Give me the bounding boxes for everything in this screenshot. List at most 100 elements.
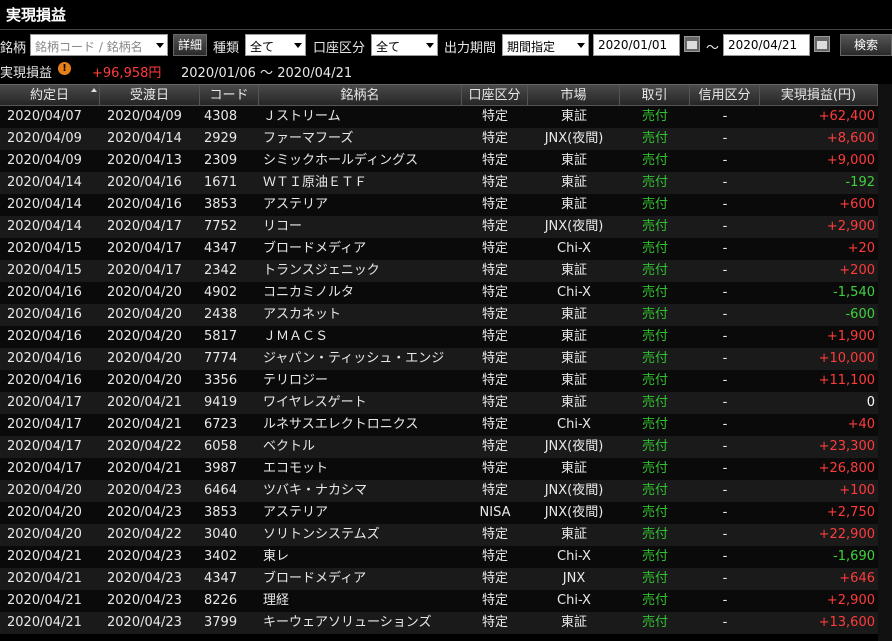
table-row[interactable]: 2020/04/21 2020/04/23 4347 ブロードメディア 特定 JNX 売付 -…	[0, 568, 892, 590]
calendar-icon[interactable]	[684, 36, 700, 52]
table-row[interactable]: 2020/04/14 2020/04/17 7752 リコー 特定 JNX(夜間) 売付 - +…	[0, 216, 892, 238]
table-row[interactable]: 2020/04/15 2020/04/17 4347 ブロードメディア 特定 Chi-X 売…	[0, 238, 892, 260]
cell-delivery-date: 2020/04/21	[107, 395, 182, 410]
col-header-code[interactable]: コード	[200, 85, 259, 106]
cell-delivery-date: 2020/04/21	[107, 461, 182, 476]
table-row[interactable]: 2020/04/20 2020/04/22 3040 ソリトンシステムズ 特定 東証 売付 -…	[0, 524, 892, 546]
summary-label: 実現損益	[0, 66, 53, 81]
type-select[interactable]: 全て	[245, 34, 306, 56]
cell-account: 特定	[481, 197, 508, 212]
col-header-market[interactable]: 市場	[528, 85, 620, 106]
cell-credit: -	[722, 593, 728, 608]
cell-name: エコモット	[263, 461, 329, 476]
cell-realized-pl: -1,540	[833, 285, 875, 300]
cell-account: 特定	[481, 593, 508, 608]
warning-icon[interactable]: !	[58, 62, 71, 75]
cell-trade: 売付	[641, 439, 668, 454]
cell-trade-date: 2020/04/16	[7, 307, 82, 322]
cell-name: アステリア	[263, 197, 329, 212]
cell-trade-date: 2020/04/07	[7, 109, 82, 124]
cell-name: ＷＴＩ原油ＥＴＦ	[263, 175, 368, 190]
table-row[interactable]: 2020/04/14 2020/04/16 3853 アステリア 特定 東証 売付 - +600	[0, 194, 892, 216]
cell-code: 2929	[204, 131, 238, 146]
cell-market: JNX(夜間)	[544, 131, 604, 146]
cell-realized-pl: +23,300	[818, 439, 875, 454]
table-row[interactable]: 2020/04/16 2020/04/20 3356 テリロジー 特定 東証 売付 - +11,…	[0, 370, 892, 392]
cell-market: 東証	[560, 329, 587, 344]
cell-delivery-date: 2020/04/20	[107, 307, 182, 322]
table-row[interactable]: 2020/04/16 2020/04/20 5817 ＪＭＡＣＳ 特定 東証 売付 - +1,9…	[0, 326, 892, 348]
col-header-realized-pl[interactable]: 実現損益(円)	[760, 85, 878, 106]
cell-account: 特定	[481, 175, 508, 190]
cell-name: ワイヤレスゲート	[263, 395, 367, 410]
cell-name: ブロードメディア	[263, 241, 367, 256]
chevron-down-icon	[156, 43, 164, 48]
cell-market: 東証	[560, 153, 587, 168]
table-row[interactable]: 2020/04/07 2020/04/09 4308 Ｊストリーム 特定 東証 売付 - +62…	[0, 106, 892, 128]
col-header-trade-date[interactable]: 約定日	[0, 85, 100, 106]
cell-market: 東証	[560, 307, 587, 322]
summary-bar: 実現損益 ! +96,958円 2020/01/06 ～ 2020/04/21	[0, 60, 892, 81]
cell-account: NISA	[479, 505, 511, 520]
cell-market: 東証	[560, 527, 587, 542]
cell-delivery-date: 2020/04/20	[107, 285, 182, 300]
cell-trade: 売付	[641, 417, 668, 432]
cell-account: 特定	[481, 571, 508, 586]
period-select[interactable]: 期間指定	[502, 34, 589, 56]
table-row[interactable]: 2020/04/17 2020/04/22 6058 ベクトル 特定 JNX(夜間) 売付 -…	[0, 436, 892, 458]
cell-delivery-date: 2020/04/17	[107, 219, 182, 234]
calendar-icon[interactable]	[814, 36, 830, 52]
cell-trade-date: 2020/04/21	[7, 549, 82, 564]
account-select[interactable]: 全て	[371, 34, 438, 56]
vertical-scrollbar[interactable]	[878, 84, 892, 641]
col-header-credit[interactable]: 信用区分	[690, 85, 760, 106]
table-row[interactable]: 2020/04/17 2020/04/21 6723 ルネサスエレクトロニクス 特定 Ch…	[0, 414, 892, 436]
table-row[interactable]: 2020/04/16 2020/04/20 4902 コニカミノルタ 特定 Chi-X 売付…	[0, 282, 892, 304]
cell-account: 特定	[481, 439, 508, 454]
table-row[interactable]: 2020/04/20 2020/04/23 3853 アステリア NISA JNX(夜間)…	[0, 502, 892, 524]
cell-trade-date: 2020/04/20	[7, 527, 82, 542]
cell-account: 特定	[481, 109, 508, 124]
table-row[interactable]: 2020/04/09 2020/04/14 2929 ファーマフーズ 特定 JNX(夜間)…	[0, 128, 892, 150]
cell-name: ソリトンシステムズ	[263, 527, 380, 542]
table-row[interactable]: 2020/04/21 2020/04/23 3402 東レ 特定 Chi-X 売付 - -1,6…	[0, 546, 892, 568]
cell-code: 6723	[204, 417, 238, 432]
cell-trade: 売付	[641, 593, 668, 608]
cell-trade: 売付	[641, 483, 668, 498]
page-title: 実現損益	[6, 6, 67, 24]
table-row[interactable]: 2020/04/16 2020/04/20 2438 アスカネット 特定 東証 売付 - -60…	[0, 304, 892, 326]
detail-button[interactable]: 詳細	[173, 34, 207, 56]
table-row[interactable]: 2020/04/17 2020/04/21 9419 ワイヤレスゲート 特定 東証 売付 - 0	[0, 392, 892, 414]
table-row[interactable]: 2020/04/21 2020/04/23 8226 理経 特定 Chi-X 売付 - +2,9…	[0, 590, 892, 612]
cell-credit: -	[722, 329, 728, 344]
table-row[interactable]: 2020/04/09 2020/04/13 2309 シミックホールディングス 特定 東証…	[0, 150, 892, 172]
col-header-delivery-date[interactable]: 受渡日	[100, 85, 200, 106]
cell-name: ルネサスエレクトロニクス	[263, 417, 419, 432]
date-from-input[interactable]: 2020/01/01	[593, 34, 680, 56]
cell-realized-pl: +9,000	[826, 153, 875, 168]
table-row[interactable]: 2020/04/16 2020/04/20 7774 ジャパン・ティッシュ・エンジ 特定…	[0, 348, 892, 370]
cell-credit: -	[722, 153, 728, 168]
date-to-input[interactable]: 2020/04/21	[723, 34, 810, 56]
cell-trade: 売付	[641, 219, 668, 234]
search-button[interactable]: 検索	[840, 34, 892, 56]
cell-market: JNX(夜間)	[544, 219, 604, 234]
col-header-name[interactable]: 銘柄名	[259, 85, 462, 106]
col-header-account[interactable]: 口座区分	[462, 85, 528, 106]
cell-credit: -	[722, 109, 728, 124]
cell-credit: -	[722, 351, 728, 366]
cell-delivery-date: 2020/04/20	[107, 351, 182, 366]
cell-name: コニカミノルタ	[263, 285, 355, 300]
stock-search-input[interactable]: 銘柄コード / 銘柄名	[30, 34, 168, 56]
table-row[interactable]: 2020/04/17 2020/04/21 3987 エコモット 特定 東証 売付 - +26,…	[0, 458, 892, 480]
table-row[interactable]: 2020/04/15 2020/04/17 2342 トランスジェニック 特定 東証 売付 -…	[0, 260, 892, 282]
table-row[interactable]: 2020/04/21 2020/04/23 3799 キーウェアソリューションズ 特定 東…	[0, 612, 892, 634]
sort-asc-icon	[91, 88, 97, 92]
table-row[interactable]: 2020/04/14 2020/04/16 1671 ＷＴＩ原油ＥＴＦ 特定 東証 売付 - -…	[0, 172, 892, 194]
table-row[interactable]: 2020/04/20 2020/04/23 6464 ツバキ・ナカシマ 特定 JNX(夜間…	[0, 480, 892, 502]
cell-realized-pl: +10,000	[818, 351, 875, 366]
cell-realized-pl: +13,600	[818, 615, 875, 630]
col-header-trade[interactable]: 取引	[620, 85, 690, 106]
cell-name: リコー	[263, 219, 303, 234]
cell-trade: 売付	[641, 131, 668, 146]
